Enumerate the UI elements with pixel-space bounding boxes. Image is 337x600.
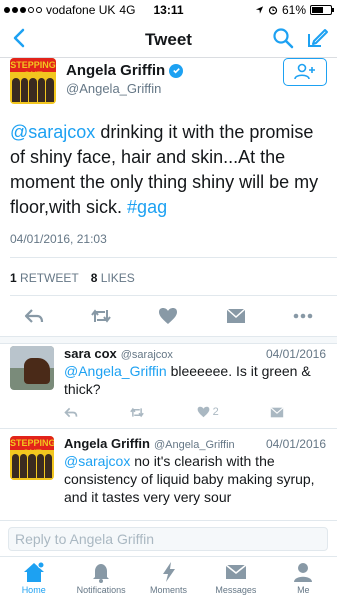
tab-label: Moments bbox=[150, 585, 188, 595]
tab-label: Me bbox=[297, 585, 310, 595]
follow-button[interactable] bbox=[283, 58, 327, 86]
heart-icon bbox=[159, 308, 178, 324]
envelope-icon bbox=[270, 406, 284, 417]
author-handle[interactable]: @Angela_Griffin bbox=[66, 81, 161, 96]
tab-notifications[interactable]: Notifications bbox=[67, 557, 134, 600]
retweet-icon bbox=[91, 309, 111, 323]
add-user-icon bbox=[294, 63, 315, 80]
reply-input[interactable]: Reply to Angela Griffin bbox=[8, 527, 328, 551]
avatar-text: STEPPING OUT bbox=[10, 60, 56, 80]
avatar[interactable]: STEPPING OUT bbox=[10, 436, 54, 480]
more-dots-icon bbox=[293, 313, 313, 319]
reply-date: 04/01/2016 bbox=[265, 347, 326, 361]
tweet-actions bbox=[0, 296, 337, 336]
battery-percent: 61% bbox=[281, 3, 306, 17]
message-button[interactable] bbox=[270, 406, 284, 418]
tab-label: Notifications bbox=[76, 585, 126, 595]
retweet-button[interactable] bbox=[129, 407, 145, 418]
lightning-icon bbox=[162, 562, 175, 582]
reply-author-name[interactable]: sara cox bbox=[64, 346, 117, 361]
tab-moments[interactable]: Moments bbox=[135, 557, 202, 600]
mention-link[interactable]: @sarajcox bbox=[10, 122, 95, 142]
like-button[interactable]: 2 bbox=[197, 406, 219, 418]
tab-messages[interactable]: Messages bbox=[202, 557, 269, 600]
heart-icon bbox=[197, 406, 209, 418]
author-name[interactable]: Angela Griffin bbox=[66, 62, 184, 79]
reply-date: 04/01/2016 bbox=[265, 437, 326, 451]
tab-bar: Home Notifications Moments Messages Me bbox=[0, 556, 337, 600]
reply-header: Angela Griffin @Angela_Griffin 04/01/201… bbox=[64, 436, 326, 451]
tab-label: Home bbox=[21, 585, 46, 595]
reply-actions: 2 bbox=[64, 402, 284, 422]
engagement-counts: 1 RETWEET 8 LIKES bbox=[10, 271, 135, 285]
verified-badge-icon bbox=[169, 63, 184, 78]
reply-header: sara cox @sarajcox 04/01/2016 bbox=[64, 346, 326, 361]
reply-button[interactable] bbox=[64, 407, 78, 418]
compose-icon[interactable] bbox=[305, 26, 329, 50]
hashtag-link[interactable]: #gag bbox=[127, 197, 167, 217]
tab-home[interactable]: Home bbox=[0, 557, 67, 600]
divider bbox=[0, 428, 337, 429]
reply-icon bbox=[24, 309, 43, 323]
reply-bar: Reply to Angela Griffin bbox=[0, 520, 337, 556]
retweet-icon bbox=[130, 407, 145, 417]
like-count: 2 bbox=[212, 406, 219, 418]
status-right: 61% bbox=[255, 3, 334, 17]
tab-me[interactable]: Me bbox=[270, 557, 337, 600]
nav-bar: Tweet bbox=[0, 20, 337, 58]
location-arrow-icon bbox=[255, 6, 264, 14]
tweet-timestamp: 04/01/2016, 21:03 bbox=[10, 232, 107, 246]
section-separator bbox=[0, 336, 337, 344]
bell-icon bbox=[93, 564, 110, 583]
search-icon[interactable] bbox=[271, 26, 295, 50]
person-icon bbox=[294, 563, 313, 582]
mention-link[interactable]: @sarajcox bbox=[64, 453, 130, 469]
reply-text: @Angela_Griffin bleeeeee. Is it green & … bbox=[64, 362, 330, 398]
like-button[interactable] bbox=[154, 304, 182, 328]
divider bbox=[10, 257, 337, 258]
message-button[interactable] bbox=[222, 304, 250, 328]
reply-text: @sarajcox no it's clearish with the cons… bbox=[64, 452, 330, 506]
reply-author-name[interactable]: Angela Griffin bbox=[64, 436, 150, 451]
envelope-icon bbox=[226, 308, 246, 323]
tweet-text: @sarajcox drinking it with the promise o… bbox=[10, 120, 330, 220]
home-icon bbox=[23, 561, 45, 582]
avatar[interactable] bbox=[10, 346, 54, 390]
alarm-icon bbox=[268, 6, 278, 15]
reply-author-handle[interactable]: @sarajcox bbox=[121, 349, 173, 361]
envelope-icon bbox=[225, 564, 247, 579]
reply-icon bbox=[64, 407, 78, 417]
author-name-text: Angela Griffin bbox=[66, 62, 166, 79]
retweet-button[interactable] bbox=[87, 304, 115, 328]
battery-icon bbox=[310, 5, 334, 15]
like-count[interactable]: 8 LIKES bbox=[91, 271, 135, 285]
retweet-count[interactable]: 1 RETWEET bbox=[10, 271, 79, 285]
reply-button[interactable] bbox=[20, 304, 48, 328]
status-bar: vodafone UK 4G 13:11 61% bbox=[0, 0, 337, 20]
reply-author-handle[interactable]: @Angela_Griffin bbox=[154, 439, 235, 451]
more-button[interactable] bbox=[289, 304, 317, 328]
mention-link[interactable]: @Angela_Griffin bbox=[64, 363, 167, 379]
tab-label: Messages bbox=[215, 585, 257, 595]
avatar[interactable]: STEPPING OUT bbox=[10, 58, 56, 104]
